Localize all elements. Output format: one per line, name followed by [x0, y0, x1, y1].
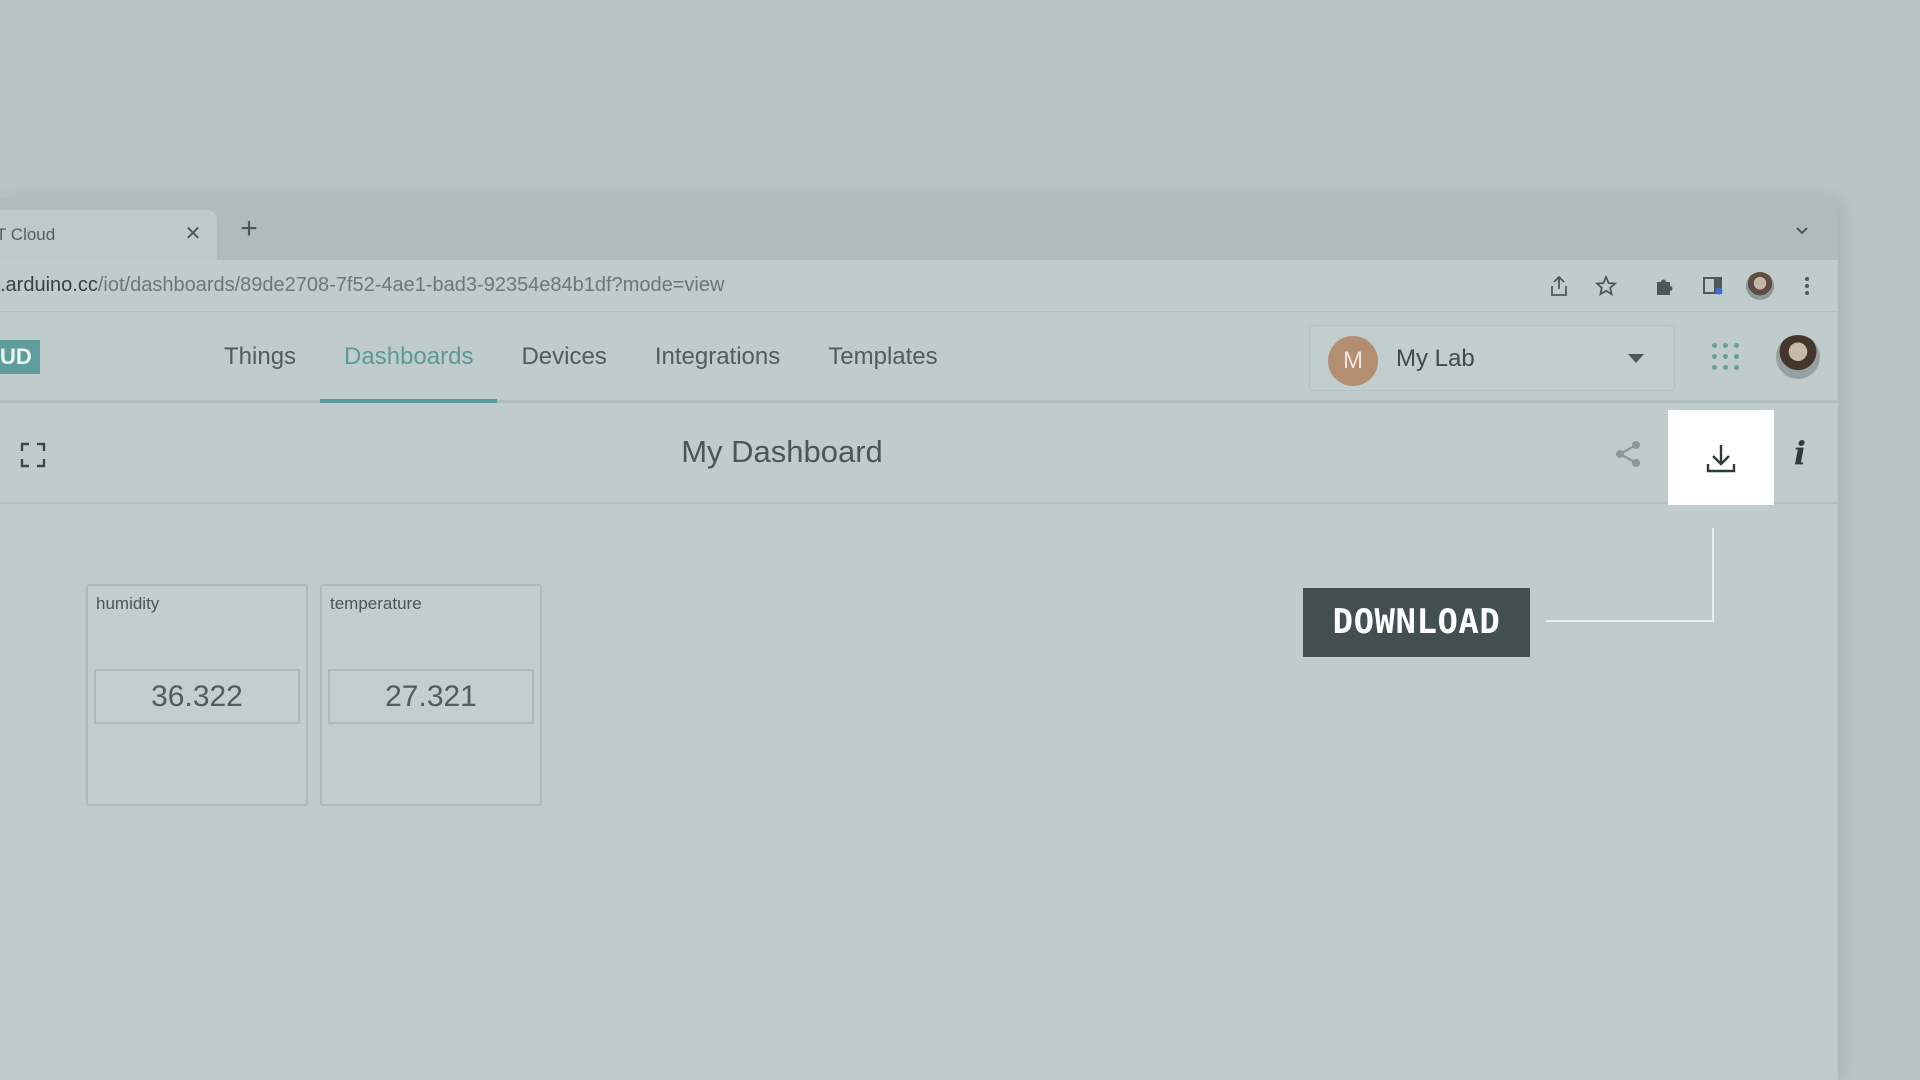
- callout-connector-horizontal: [1546, 620, 1714, 622]
- browser-window: T Cloud ✕ + .arduino.cc/iot/dashboards/8…: [0, 198, 1838, 1080]
- address-bar[interactable]: .arduino.cc/iot/dashboards/89de2708-7f52…: [0, 260, 1838, 312]
- browser-tab[interactable]: T Cloud ✕: [0, 210, 217, 260]
- side-panel-icon[interactable]: [1701, 274, 1725, 298]
- url-path: /iot/dashboards/89de2708-7f52-4ae1-bad3-…: [97, 274, 725, 296]
- url-host: .arduino.cc: [0, 274, 98, 296]
- tab-title: T Cloud: [0, 225, 56, 244]
- bookmark-star-icon[interactable]: [1594, 274, 1618, 298]
- space-selector[interactable]: M My Lab: [1309, 325, 1675, 391]
- browser-menu-icon[interactable]: [1795, 274, 1819, 298]
- tab-strip: T Cloud ✕ +: [0, 198, 1838, 260]
- widget-humidity[interactable]: humidity 36.322: [86, 584, 308, 806]
- dashboard-toolbar: My Dashboard i: [0, 406, 1838, 505]
- user-avatar[interactable]: [1776, 335, 1820, 379]
- main-nav: Things Dashboards Devices Integrations T…: [200, 313, 962, 403]
- nav-item-devices[interactable]: Devices: [497, 313, 630, 401]
- space-avatar: M: [1328, 336, 1378, 386]
- nav-item-things[interactable]: Things: [200, 313, 320, 401]
- caret-down-icon: [1628, 354, 1644, 363]
- nav-item-templates[interactable]: Templates: [804, 313, 961, 401]
- callout-label: DOWNLOAD: [1303, 588, 1530, 657]
- widget-value: 36.322: [94, 669, 300, 724]
- close-tab-icon[interactable]: ✕: [183, 224, 203, 244]
- share-icon[interactable]: [1613, 439, 1643, 469]
- widget-temperature[interactable]: temperature 27.321: [320, 584, 542, 806]
- share-page-icon[interactable]: [1547, 274, 1571, 298]
- app-header: UD Things Dashboards Devices Integration…: [0, 313, 1838, 403]
- dashboard-title: My Dashboard: [681, 434, 883, 469]
- profile-icon[interactable]: [1745, 271, 1775, 301]
- logo[interactable]: UD: [0, 340, 40, 374]
- chevron-down-icon[interactable]: [1794, 222, 1810, 238]
- apps-grid-icon[interactable]: [1712, 343, 1740, 371]
- nav-item-integrations[interactable]: Integrations: [631, 313, 804, 401]
- widget-label: temperature: [330, 594, 422, 613]
- info-icon[interactable]: i: [1790, 436, 1810, 470]
- widget-label: humidity: [96, 594, 160, 613]
- download-button[interactable]: [1668, 410, 1774, 505]
- url-text[interactable]: .arduino.cc/iot/dashboards/89de2708-7f52…: [0, 274, 724, 297]
- nav-item-dashboards[interactable]: Dashboards: [320, 313, 498, 403]
- extensions-puzzle-icon[interactable]: [1652, 274, 1676, 298]
- callout-connector-vertical: [1712, 528, 1714, 622]
- download-icon: [1706, 444, 1736, 472]
- space-name: My Lab: [1396, 345, 1475, 372]
- widget-value: 27.321: [328, 669, 534, 724]
- new-tab-button[interactable]: +: [236, 214, 262, 244]
